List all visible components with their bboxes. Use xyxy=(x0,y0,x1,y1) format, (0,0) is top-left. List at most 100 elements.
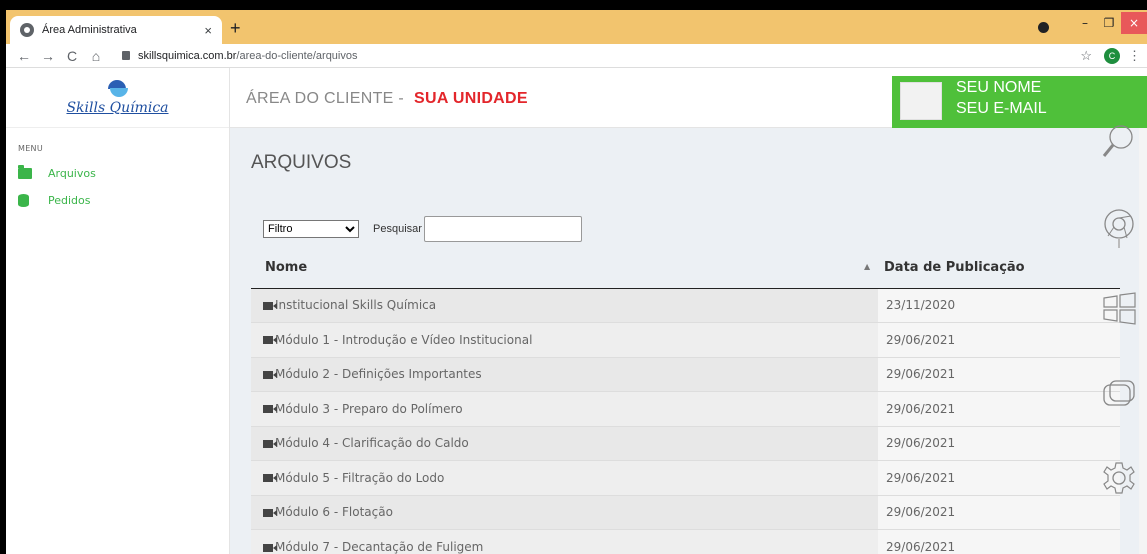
browser-menu-icon[interactable]: ⋮ xyxy=(1128,48,1141,64)
table-row[interactable]: Institucional Skills Química 23/11/2020 xyxy=(251,287,1120,323)
file-name-cell[interactable]: Módulo 7 - Decantação de Fuligem xyxy=(251,529,878,554)
url-field[interactable]: skillsquimica.com.br/area-do-cliente/arq… xyxy=(122,50,1080,62)
file-name-cell[interactable]: Módulo 1 - Introdução e Vídeo Institucio… xyxy=(251,322,878,357)
chrome-logo-icon[interactable] xyxy=(1101,206,1137,250)
publish-date-cell: 29/06/2021 xyxy=(878,529,1120,554)
publish-date: 29/06/2021 xyxy=(886,540,956,554)
page-title: ARQUIVOS xyxy=(251,152,352,173)
header-title: ÁREA DO CLIENTE - SUA UNIDADE xyxy=(246,90,528,108)
search-icon[interactable] xyxy=(1101,122,1137,162)
address-bar: ← → C ⌂ skillsquimica.com.br/area-do-cli… xyxy=(6,44,1147,68)
file-name: Módulo 2 - Definições Importantes xyxy=(275,367,482,382)
publish-date: 29/06/2021 xyxy=(886,367,956,382)
table-row[interactable]: Módulo 6 - Flotação 29/06/2021 xyxy=(251,494,1120,530)
file-name: Módulo 4 - Clarificação do Caldo xyxy=(275,436,469,451)
file-name: Módulo 7 - Decantação de Fuligem xyxy=(275,540,484,554)
files-table: Nome ▲ Data de Publicação Institucional S… xyxy=(251,248,1120,554)
menu-label: MENU xyxy=(18,144,43,153)
logo-mark-icon xyxy=(106,79,130,98)
gear-icon[interactable] xyxy=(1101,460,1137,496)
table-row[interactable]: Módulo 4 - Clarificação do Caldo 29/06/20… xyxy=(251,425,1120,461)
minimize-button[interactable]: – xyxy=(1073,16,1097,30)
file-name: Módulo 6 - Flotação xyxy=(275,505,393,520)
user-avatar xyxy=(900,82,942,120)
restore-button[interactable]: ❐ xyxy=(1097,16,1121,30)
browser-tab[interactable]: Área Administrativa × xyxy=(10,16,222,44)
forward-icon[interactable]: → xyxy=(36,48,60,64)
video-camera-icon xyxy=(263,405,277,414)
file-name-cell[interactable]: Institucional Skills Química xyxy=(251,287,878,323)
file-name: Institucional Skills Química xyxy=(275,298,437,313)
user-email: SEU E-MAIL xyxy=(956,100,1047,117)
publish-date: 29/06/2021 xyxy=(886,470,956,485)
tab-close-button[interactable]: × xyxy=(204,23,212,38)
file-name-cell[interactable]: Módulo 4 - Clarificação do Caldo xyxy=(251,425,878,461)
search-input[interactable] xyxy=(423,216,582,242)
publish-date: 29/06/2021 xyxy=(886,401,956,416)
table-row[interactable]: Módulo 5 - Filtração do Lodo 29/06/2021 xyxy=(251,460,1120,495)
page-header: ÁREA DO CLIENTE - SUA UNIDADE SEU NOME SE… xyxy=(230,68,1147,128)
file-name-cell[interactable]: Módulo 3 - Preparo do Polímero xyxy=(251,391,878,426)
publish-date-cell: 29/06/2021 xyxy=(878,494,1120,530)
tab-strip: Área Administrativa × + – ❐ × xyxy=(6,10,1147,44)
scrollbar[interactable] xyxy=(1139,128,1147,554)
window-controls: – ❐ × xyxy=(1038,10,1147,36)
back-icon[interactable]: ← xyxy=(12,48,36,64)
publish-date-cell: 29/06/2021 xyxy=(878,425,1120,461)
url-host: skillsquimica.com.br xyxy=(138,49,237,62)
home-icon[interactable]: ⌂ xyxy=(84,48,108,64)
file-name-cell[interactable]: Módulo 6 - Flotação xyxy=(251,494,878,530)
file-name-cell[interactable]: Módulo 2 - Definições Importantes xyxy=(251,356,878,392)
reload-icon[interactable]: C xyxy=(60,48,84,64)
file-name-cell[interactable]: Módulo 5 - Filtração do Lodo xyxy=(251,460,878,495)
column-header-data[interactable]: ▲ Data de Publicação xyxy=(864,248,1120,289)
video-camera-icon xyxy=(263,508,277,517)
logo-text: Skills Química xyxy=(66,99,169,116)
header-title-text: ÁREA DO CLIENTE - xyxy=(246,90,405,107)
globe-icon xyxy=(20,23,34,37)
column-header-label: Data de Publicação xyxy=(884,260,1025,276)
filter-select[interactable]: Filtro xyxy=(263,220,359,238)
search-label: Pesquisar xyxy=(373,223,422,235)
sidebar-item-label: Arquivos xyxy=(48,167,96,180)
table-row[interactable]: Módulo 7 - Decantação de Fuligem 29/06/20… xyxy=(251,529,1120,554)
filter-row: Filtro Pesquisar xyxy=(263,216,582,242)
lock-icon xyxy=(122,51,130,60)
table-row[interactable]: Módulo 2 - Definições Importantes 29/06/2… xyxy=(251,356,1120,392)
publish-date-cell: 23/11/2020 xyxy=(878,287,1120,323)
publish-date: 29/06/2021 xyxy=(886,436,956,451)
file-name: Módulo 5 - Filtração do Lodo xyxy=(275,470,445,485)
new-tab-button[interactable]: + xyxy=(230,18,241,39)
table-row[interactable]: Módulo 1 - Introdução e Vídeo Institucio… xyxy=(251,322,1120,357)
url-path: /area-do-cliente/arquivos xyxy=(236,49,358,62)
sidebar-item-pedidos[interactable]: Pedidos xyxy=(18,194,229,207)
rdp-window-icon[interactable] xyxy=(1101,376,1137,412)
video-camera-icon xyxy=(263,370,277,379)
publish-date-cell: 29/06/2021 xyxy=(878,460,1120,495)
unit-name: SUA UNIDADE xyxy=(414,90,528,107)
video-camera-icon xyxy=(263,474,277,483)
publish-date: 23/11/2020 xyxy=(886,298,956,313)
video-camera-icon xyxy=(263,301,277,310)
table-row[interactable]: Módulo 3 - Preparo do Polímero 29/06/2021 xyxy=(251,391,1120,426)
column-header-label: Nome xyxy=(265,260,308,276)
windows-logo-icon[interactable] xyxy=(1101,290,1137,326)
tab-title: Área Administrativa xyxy=(42,24,137,36)
publish-date-cell: 29/06/2021 xyxy=(878,356,1120,392)
sidebar-item-arquivos[interactable]: Arquivos xyxy=(18,165,229,180)
logo[interactable]: Skills Química xyxy=(6,68,229,128)
publish-date: 29/06/2021 xyxy=(886,505,956,520)
user-name: SEU NOME xyxy=(956,79,1042,96)
profile-avatar[interactable]: C xyxy=(1104,47,1120,64)
video-camera-icon xyxy=(263,439,277,448)
sort-asc-icon: ▲ xyxy=(864,262,871,271)
close-window-button[interactable]: × xyxy=(1121,12,1147,34)
publish-date-cell: 29/06/2021 xyxy=(878,322,1120,357)
user-box[interactable]: SEU NOME SEU E-MAIL xyxy=(892,76,1147,128)
extension-icon[interactable] xyxy=(1038,21,1049,33)
bookmark-star-icon[interactable]: ☆ xyxy=(1080,48,1092,64)
column-header-nome[interactable]: Nome xyxy=(251,248,878,289)
sidebar-item-label: Pedidos xyxy=(48,194,91,207)
database-icon xyxy=(18,194,29,207)
page: Skills Química MENU Arquivos Pedidos ÁRE… xyxy=(6,68,1147,554)
